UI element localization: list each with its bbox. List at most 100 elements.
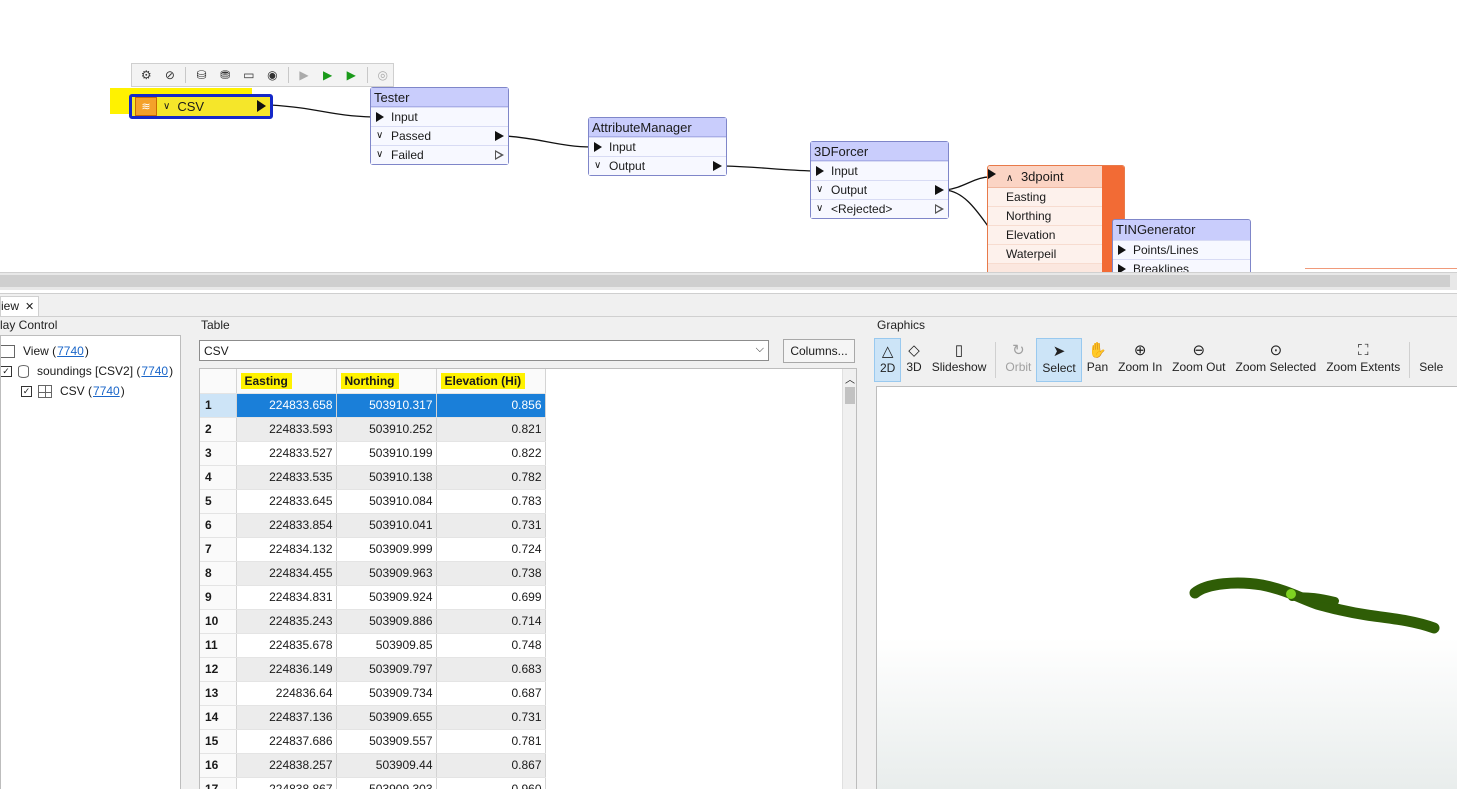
table-cell[interactable]: 0.699 [436,585,546,610]
table-cell[interactable]: 0.683 [436,657,546,682]
tree-row-feature-type[interactable]: ✓ CSV ( 7740 ) [21,382,125,400]
table-cell[interactable]: 0.867 [436,753,546,778]
attribute-manager-node[interactable]: AttributeManager Input ∨ Output [588,117,727,176]
table-cell[interactable]: 0.783 [436,489,546,514]
table-cell[interactable]: 503910.317 [336,393,437,418]
select-partial-button[interactable]: Sele [1414,338,1448,382]
output-port-icon[interactable] [257,100,266,112]
table-cell[interactable]: 0.731 [436,513,546,538]
3d-button[interactable]: ◇ 3D [901,338,926,382]
row-number[interactable]: 8 [200,561,237,586]
column-header-northing[interactable]: Northing [336,369,437,394]
row-number[interactable]: 2 [200,417,237,442]
table-cell[interactable]: 0.822 [436,441,546,466]
table-cell[interactable]: 224834.455 [236,561,337,586]
row-number[interactable]: 15 [200,729,237,754]
table-cell[interactable]: 503909.963 [336,561,437,586]
graphics-view[interactable] [876,386,1457,789]
table-cell[interactable]: 224836.149 [236,657,337,682]
table-row[interactable]: 15 224837.686 503909.557 0.781 [200,729,546,754]
table-row[interactable]: 8 224834.455 503909.963 0.738 [200,561,546,586]
run-partial-icon[interactable]: ▶ [341,65,362,85]
row-number[interactable]: 16 [200,753,237,778]
row-number[interactable]: 10 [200,609,237,634]
table-cell[interactable]: 224833.535 [236,465,337,490]
tree-row-dataset[interactable]: ✓ soundings [CSV2] ( 7740 ) [1,362,173,380]
tab-visual-preview[interactable]: iew ✕ [0,296,40,316]
columns-button[interactable]: Columns... [783,339,855,363]
table-cell[interactable]: 224833.593 [236,417,337,442]
table-row[interactable]: 4 224833.535 503910.138 0.782 [200,465,546,490]
column-header-easting[interactable]: Easting [236,369,337,394]
table-row[interactable]: 10 224835.243 503909.886 0.714 [200,609,546,634]
table-cell[interactable]: 224833.854 [236,513,337,538]
table-cell[interactable]: 503910.041 [336,513,437,538]
table-row[interactable]: 12 224836.149 503909.797 0.683 [200,657,546,682]
tingenerator-node[interactable]: TINGenerator Points/Lines Breaklines [1112,219,1251,272]
table-cell[interactable]: 224834.132 [236,537,337,562]
scrollbar-thumb[interactable] [845,387,855,404]
row-number[interactable]: 9 [200,585,237,610]
table-row[interactable]: 6 224833.854 503910.041 0.731 [200,513,546,538]
table-cell[interactable]: 503909.85 [336,633,437,658]
reader-params-icon[interactable]: ⛃ [215,65,236,85]
csv-reader-node[interactable]: ≋ ∨ CSV [129,94,273,119]
3dforcer-node[interactable]: 3DForcer Input ∨ Output ∨ <Rejected> [810,141,949,219]
table-cell[interactable]: 224838.257 [236,753,337,778]
row-number[interactable]: 7 [200,537,237,562]
input-port-breaklines[interactable]: Breaklines [1113,259,1250,272]
zoom-in-button[interactable]: ⊕ Zoom In [1113,338,1167,382]
table-cell[interactable]: 0.782 [436,465,546,490]
table-cell[interactable]: 224835.678 [236,633,337,658]
table-cell[interactable]: 0.856 [436,393,546,418]
feature-type-select[interactable]: CSV ⌵ [199,340,769,361]
table-cell[interactable]: 0.731 [436,705,546,730]
table-cell[interactable]: 503910.084 [336,489,437,514]
table-cell[interactable]: 0.714 [436,609,546,634]
table-row[interactable]: 11 224835.678 503909.85 0.748 [200,633,546,658]
table-row[interactable]: 3 224833.527 503910.199 0.822 [200,441,546,466]
input-port-points[interactable]: Points/Lines [1113,240,1250,259]
table-cell[interactable]: 0.687 [436,681,546,706]
input-port[interactable]: Input [811,161,948,180]
table-cell[interactable]: 503909.886 [336,609,437,634]
table-cell[interactable]: 503909.44 [336,753,437,778]
row-number[interactable]: 17 [200,777,237,789]
table-row[interactable]: 2 224833.593 503910.252 0.821 [200,417,546,442]
table-row[interactable]: 16 224838.257 503909.44 0.867 [200,753,546,778]
inspect-icon[interactable]: ◉ [262,65,283,85]
row-number[interactable]: 4 [200,465,237,490]
table-cell[interactable]: 0.960 [436,777,546,789]
table-cell[interactable]: 224835.243 [236,609,337,634]
table-row[interactable]: 5 224833.645 503910.084 0.783 [200,489,546,514]
table-cell[interactable]: 503910.138 [336,465,437,490]
zoom-extents-button[interactable]: ⛶ Zoom Extents [1321,338,1405,382]
table-cell[interactable]: 224837.136 [236,705,337,730]
output-port-passed[interactable]: ∨ Passed [371,126,508,145]
table-cell[interactable]: 224836.64 [236,681,337,706]
table-cell[interactable]: 224837.686 [236,729,337,754]
row-number[interactable]: 12 [200,657,237,682]
table-cell[interactable]: 503909.999 [336,537,437,562]
output-port-failed[interactable]: ∨ Failed [371,145,508,164]
workspace-canvas[interactable]: ⚙ ⊘ ⛁ ⛃ ▭ ◉ ▶ ▶ ▶ ◎ ≋ ∨ CSV Tester Input… [0,0,1457,272]
row-number[interactable]: 5 [200,489,237,514]
table-cell[interactable]: 503909.303 [336,777,437,789]
display-tree[interactable]: View ( 7740 ) ✓ soundings [CSV2] ( 7740 … [0,335,181,789]
run-icon[interactable]: ▶ [317,65,338,85]
row-number[interactable]: 13 [200,681,237,706]
table-cell[interactable]: 503910.252 [336,417,437,442]
table-cell[interactable]: 224834.831 [236,585,337,610]
row-number[interactable]: 14 [200,705,237,730]
table-row[interactable]: 1 224833.658 503910.317 0.856 [200,393,546,418]
table-row[interactable]: 9 224834.831 503909.924 0.699 [200,585,546,610]
table-cell[interactable]: 503909.734 [336,681,437,706]
column-header-elevation[interactable]: Elevation (Hi) [436,369,546,394]
output-port[interactable]: ∨ Output [589,156,726,175]
input-port[interactable]: Input [589,137,726,156]
table-cell[interactable]: 503909.655 [336,705,437,730]
slideshow-button[interactable]: ▯ Slideshow [927,338,992,382]
chevron-down-icon[interactable]: ∨ [163,101,170,112]
output-port-rejected[interactable]: ∨ <Rejected> [811,199,948,218]
input-port[interactable]: Input [371,107,508,126]
